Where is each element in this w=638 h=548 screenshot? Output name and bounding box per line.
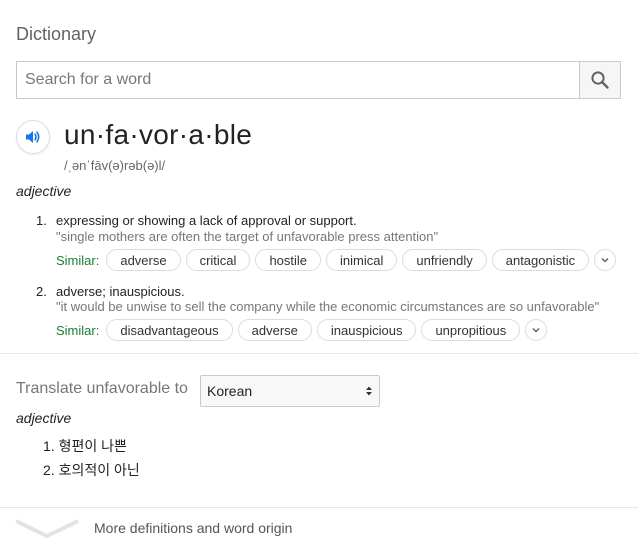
sense-number: 2. bbox=[36, 284, 47, 299]
sense-definition: expressing or showing a lack of approval… bbox=[56, 213, 357, 228]
similar-label: Similar: bbox=[56, 322, 100, 338]
similar-chip[interactable]: adverse bbox=[106, 249, 181, 271]
chevron-down-icon bbox=[532, 327, 540, 333]
translate-label: Translate unfavorable to bbox=[16, 380, 188, 397]
translation-item: 1. 형편이 나쁜 bbox=[43, 438, 127, 454]
chevron-down-icon bbox=[601, 257, 609, 263]
pronounce-button[interactable] bbox=[16, 120, 50, 154]
sense-definition: adverse; inauspicious. bbox=[56, 284, 185, 299]
more-definitions-label: More definitions and word origin bbox=[94, 520, 293, 536]
search-box bbox=[16, 61, 621, 99]
select-arrows-icon bbox=[366, 386, 372, 396]
language-select[interactable]: Korean bbox=[200, 375, 380, 407]
part-of-speech: adjective bbox=[16, 183, 72, 199]
similar-chip[interactable]: antagonistic bbox=[491, 249, 590, 271]
similar-row: Similar: disadvantageous adverse inauspi… bbox=[56, 319, 548, 341]
more-similar-button[interactable] bbox=[525, 319, 548, 341]
similar-row: Similar: adverse critical hostile inimic… bbox=[56, 249, 617, 271]
section-divider bbox=[0, 353, 638, 354]
similar-chip[interactable]: adverse bbox=[237, 319, 312, 341]
expand-chevron-icon bbox=[15, 519, 79, 539]
translation-item: 2. 호의적이 아닌 bbox=[43, 462, 140, 478]
sense-number: 1. bbox=[36, 213, 47, 228]
similar-chip[interactable]: unfriendly bbox=[402, 249, 487, 271]
search-icon bbox=[591, 71, 609, 89]
similar-label: Similar: bbox=[56, 252, 100, 268]
search-button[interactable] bbox=[579, 62, 620, 98]
sense-example: "it would be unwise to sell the company … bbox=[56, 299, 600, 314]
language-select-value: Korean bbox=[207, 383, 253, 399]
similar-chip[interactable]: hostile bbox=[255, 249, 322, 271]
search-input[interactable] bbox=[17, 62, 579, 98]
similar-chip[interactable]: critical bbox=[185, 249, 251, 271]
translate-part-of-speech: adjective bbox=[16, 410, 72, 426]
speaker-icon bbox=[26, 131, 40, 143]
similar-chip[interactable]: inimical bbox=[326, 249, 398, 271]
dictionary-card: Dictionary un·fa·vor·a·ble /ˌənˈfāv(ə)rə… bbox=[0, 0, 638, 548]
similar-chip[interactable]: inauspicious bbox=[316, 319, 417, 341]
similar-chip[interactable]: disadvantageous bbox=[106, 319, 233, 341]
panel-title: Dictionary bbox=[16, 24, 97, 44]
sense-example: "single mothers are often the target of … bbox=[56, 229, 439, 244]
more-definitions-link[interactable]: More definitions and word origin bbox=[0, 507, 638, 548]
similar-chip[interactable]: unpropitious bbox=[421, 319, 521, 341]
more-similar-button[interactable] bbox=[594, 249, 617, 271]
headword: un·fa·vor·a·ble bbox=[64, 119, 253, 150]
phonetic: /ˌənˈfāv(ə)rəb(ə)l/ bbox=[64, 158, 166, 173]
